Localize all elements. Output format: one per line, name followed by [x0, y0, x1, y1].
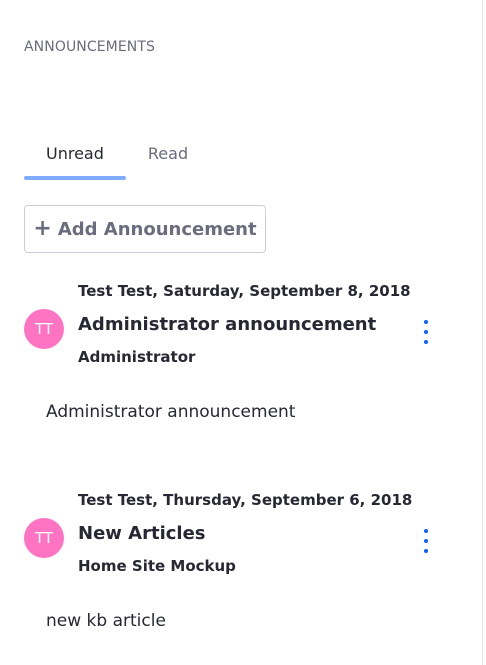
tab-unread[interactable]: Unread — [24, 140, 126, 180]
announcement-meta: Test Test, Saturday, September 8, 2018 — [78, 282, 411, 300]
announcement-tabs: Unread Read — [24, 140, 210, 180]
add-announcement-label: Add Announcement — [57, 218, 257, 240]
kebab-menu-icon[interactable] — [420, 320, 432, 344]
announcement-title: Administrator announcement — [78, 314, 377, 335]
plus-icon: + — [33, 216, 52, 241]
announcement-title: New Articles — [78, 523, 206, 544]
announcement-item: Test Test, Thursday, September 6, 2018 T… — [24, 491, 444, 641]
avatar: TT — [24, 518, 64, 558]
tab-read[interactable]: Read — [126, 140, 210, 176]
announcement-body: Administrator announcement — [46, 402, 296, 422]
panel-title: ANNOUNCEMENTS — [24, 39, 156, 55]
avatar: TT — [24, 309, 64, 349]
kebab-menu-icon[interactable] — [420, 529, 432, 553]
announcement-meta: Test Test, Thursday, September 6, 2018 — [78, 491, 413, 509]
announcements-panel: ANNOUNCEMENTS Unread Read + Add Announce… — [0, 0, 483, 665]
announcement-site: Home Site Mockup — [78, 557, 236, 575]
announcement-site: Administrator — [78, 348, 196, 366]
add-announcement-button[interactable]: + Add Announcement — [24, 205, 266, 253]
announcement-body: new kb article — [46, 611, 166, 631]
announcement-item: Test Test, Saturday, September 8, 2018 T… — [24, 282, 444, 432]
